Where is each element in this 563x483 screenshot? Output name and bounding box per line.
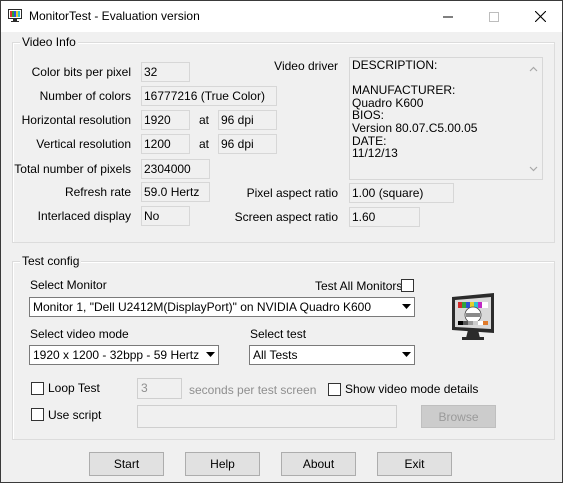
color-bits-value: 32 [141, 62, 190, 82]
scroll-down-icon[interactable] [529, 166, 538, 172]
seconds-input[interactable]: 3 [137, 378, 182, 399]
loop-test-label[interactable]: Loop Test [48, 381, 100, 395]
v-at-label: at [199, 137, 210, 151]
select-test-value: All Tests [253, 348, 298, 362]
chevron-down-icon [206, 352, 215, 357]
select-monitor-label: Select Monitor [30, 278, 107, 292]
minimize-button[interactable] [425, 1, 471, 32]
maximize-icon [489, 11, 499, 22]
monitor-test-pattern-icon [450, 293, 496, 341]
test-config-legend: Test config [20, 254, 82, 268]
select-video-mode-value: 1920 x 1200 - 32bpp - 59 Hertz [33, 348, 200, 362]
video-driver-line: 11/12/13 [352, 146, 398, 161]
video-driver-line: MANUFACTURER: [352, 83, 456, 98]
use-script-label[interactable]: Use script [48, 408, 101, 422]
video-driver-scrollbar[interactable] [525, 58, 542, 179]
refresh-rate-label: Refresh rate [64, 185, 131, 199]
window-title: MonitorTest - Evaluation version [29, 9, 200, 23]
color-bits-label: Color bits per pixel [31, 65, 131, 79]
select-test-label: Select test [250, 327, 307, 341]
h-dpi-value: 96 dpi [218, 110, 277, 130]
script-path-input[interactable] [137, 405, 397, 428]
use-script-checkbox[interactable] [31, 408, 44, 421]
num-colors-label: Number of colors [39, 89, 131, 103]
select-video-mode-dropdown[interactable]: 1920 x 1200 - 32bpp - 59 Hertz [29, 345, 219, 365]
v-res-value: 1200 [141, 134, 190, 154]
pixel-aspect-value: 1.00 (square) [349, 183, 454, 203]
test-config-group: Test config Select Monitor Test All Moni… [12, 254, 555, 440]
title-bar: MonitorTest - Evaluation version [1, 1, 562, 32]
total-pixels-label: Total number of pixels [14, 162, 131, 176]
total-pixels-value: 2304000 [141, 159, 210, 179]
select-test-dropdown[interactable]: All Tests [249, 345, 415, 365]
video-info-legend: Video Info [20, 35, 78, 49]
help-button[interactable]: Help [185, 452, 260, 476]
video-info-group: Video Info Color bits per pixel 32 Numbe… [12, 35, 555, 243]
screen-aspect-label: Screen aspect ratio [234, 210, 338, 224]
browse-button[interactable]: Browse [421, 405, 496, 428]
test-all-monitors-label: Test All Monitors [315, 279, 403, 293]
interlaced-label: Interlaced display [37, 209, 131, 223]
minimize-icon [443, 16, 453, 17]
refresh-rate-value: 59.0 Hertz [141, 182, 210, 202]
select-monitor-dropdown[interactable]: Monitor 1, "Dell U2412M(DisplayPort)" on… [29, 297, 415, 317]
exit-button[interactable]: Exit [377, 452, 452, 476]
select-video-mode-label: Select video mode [30, 327, 129, 341]
loop-test-checkbox[interactable] [31, 382, 44, 395]
scroll-up-icon[interactable] [529, 66, 538, 72]
interlaced-value: No [141, 206, 190, 226]
pixel-aspect-label: Pixel aspect ratio [246, 186, 338, 200]
monitor-test-icon [7, 7, 23, 23]
start-button[interactable]: Start [89, 452, 164, 476]
close-button[interactable] [517, 1, 563, 32]
num-colors-value: 16777216 (True Color) [141, 86, 277, 106]
show-video-mode-details-checkbox[interactable] [328, 383, 341, 396]
select-monitor-value: Monitor 1, "Dell U2412M(DisplayPort)" on… [33, 300, 371, 314]
screen-aspect-value: 1.60 [349, 207, 420, 227]
h-res-label: Horizontal resolution [21, 113, 131, 127]
chevron-down-icon [402, 352, 411, 357]
app-window: MonitorTest - Evaluation version Video I… [0, 0, 563, 483]
seconds-label: seconds per test screen [189, 383, 317, 397]
maximize-button[interactable] [471, 1, 517, 32]
h-at-label: at [199, 113, 210, 127]
v-res-label: Vertical resolution [36, 137, 131, 151]
video-driver-line: DESCRIPTION: [352, 58, 438, 72]
about-button[interactable]: About [281, 452, 356, 476]
test-all-monitors-checkbox[interactable] [401, 279, 414, 292]
chevron-down-icon [402, 304, 411, 309]
show-video-mode-details-label[interactable]: Show video mode details [345, 382, 478, 396]
video-driver-memo[interactable]: DESCRIPTION: MANUFACTURER: Quadro K600 B… [349, 57, 543, 180]
video-driver-line: Version 80.07.C5.00.05 [352, 120, 478, 135]
v-dpi-value: 96 dpi [218, 134, 277, 154]
h-res-value: 1920 [141, 110, 190, 130]
video-driver-label: Video driver [274, 59, 338, 73]
close-icon [534, 11, 546, 22]
